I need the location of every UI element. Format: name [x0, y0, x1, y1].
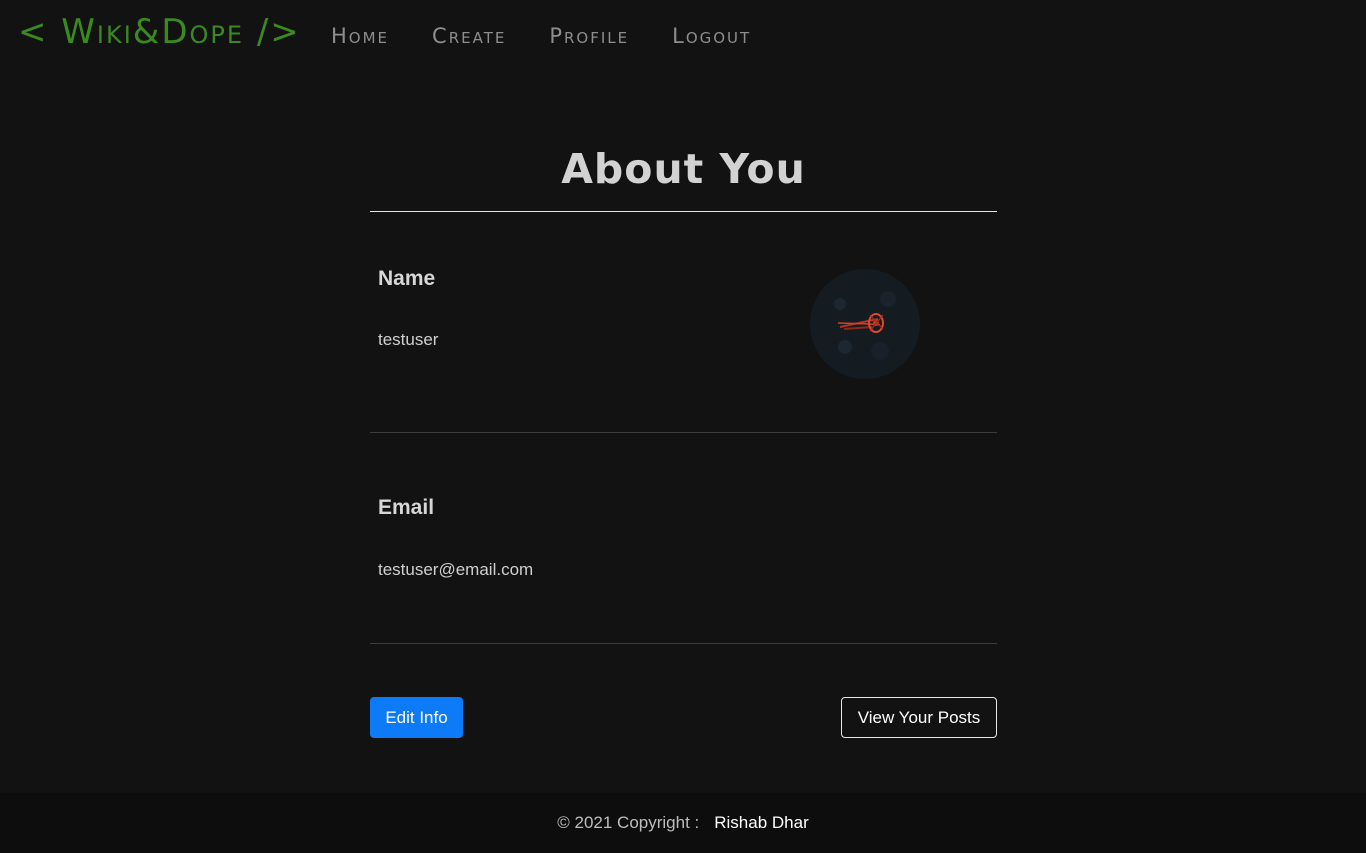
email-value: testuser@email.com: [378, 560, 534, 579]
avatar-image-icon: [810, 269, 920, 379]
view-posts-button[interactable]: View Your Posts: [841, 697, 997, 738]
nav-link-profile[interactable]: Profile: [549, 24, 629, 48]
nav-link-logout[interactable]: Logout: [672, 24, 751, 48]
brand-logo[interactable]: < Wiki&Dope />: [18, 12, 301, 52]
name-section: Name testuser: [370, 212, 997, 433]
footer: © 2021 Copyright : Rishab Dhar: [0, 793, 1366, 853]
email-section: Email testuser@email.com: [370, 433, 997, 644]
nav-link-home[interactable]: Home: [331, 24, 389, 48]
name-value: testuser: [378, 330, 439, 349]
nav-links: Home Create Profile Logout: [331, 24, 794, 48]
profile-main: About You Name testuser Email testuser@e…: [370, 130, 997, 739]
edit-info-button[interactable]: Edit Info: [370, 697, 463, 738]
email-label: Email: [378, 496, 435, 519]
copyright-text: © 2021 Copyright :: [557, 813, 700, 832]
navbar: < Wiki&Dope /> Home Create Profile Logou…: [0, 0, 1366, 76]
page-title: About You: [370, 130, 997, 212]
author-link[interactable]: Rishab Dhar: [714, 813, 809, 833]
profile-actions: Edit Info View Your Posts: [370, 644, 997, 739]
avatar: [810, 269, 920, 379]
name-label: Name: [378, 267, 436, 290]
nav-link-create[interactable]: Create: [432, 24, 506, 48]
